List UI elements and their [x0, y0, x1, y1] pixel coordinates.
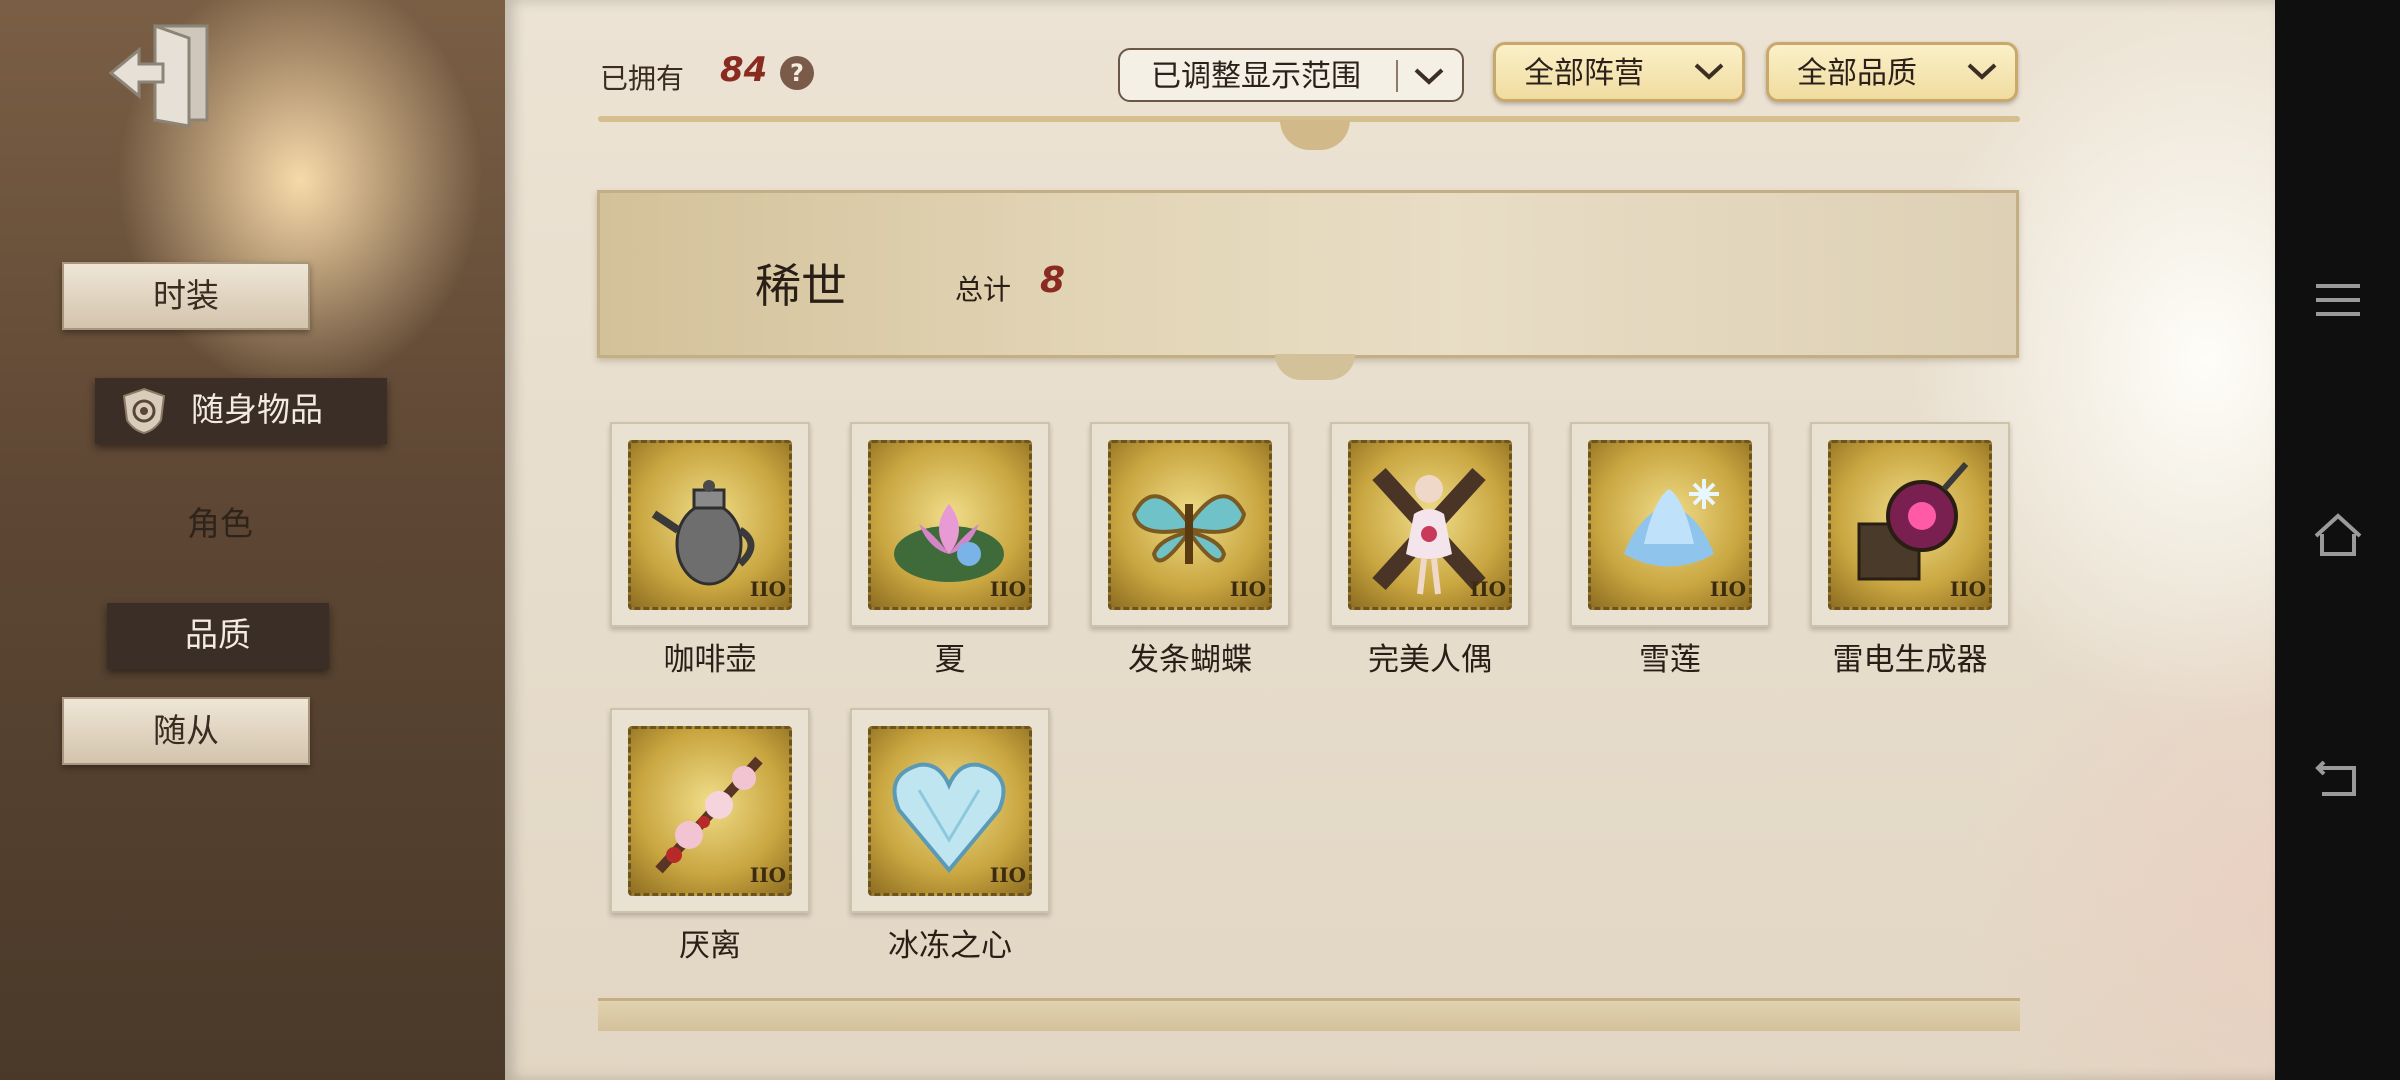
item-card[interactable]: IIO 厌离: [610, 708, 810, 978]
item-stamp-frame: IIO: [610, 708, 810, 913]
dropdown-label: 已调整显示范围: [1151, 59, 1361, 94]
stamp-tag: IIO: [989, 863, 1026, 887]
sidebar: 时装 随身物品 角色 品质 随从: [0, 0, 505, 1080]
sidebar-item-character[interactable]: 角色: [100, 492, 340, 556]
sidebar-item-companion[interactable]: 随从: [62, 697, 310, 765]
item-stamp-frame: IIO: [1090, 422, 1290, 627]
stamp-tag: IIO: [1469, 577, 1506, 601]
chevron-down-icon: [1414, 68, 1444, 85]
sidebar-item-label: 角色: [187, 505, 253, 542]
stamp-tag: IIO: [989, 577, 1026, 601]
sidebar-item-quality[interactable]: 品质: [107, 603, 329, 669]
dropdown-label: 全部阵营: [1524, 56, 1644, 91]
sidebar-item-accessories[interactable]: 随身物品: [95, 378, 387, 444]
quality-dropdown[interactable]: 全部品质: [1766, 42, 2018, 102]
item-card[interactable]: IIO 雪莲: [1570, 422, 1770, 692]
item-stamp-frame: IIO: [1330, 422, 1530, 627]
item-card[interactable]: IIO 完美人偶: [1330, 422, 1530, 692]
stamp-tag: IIO: [749, 577, 786, 601]
item-stamp-frame: IIO: [850, 708, 1050, 913]
shield-icon: [122, 387, 166, 435]
divider: [160, 585, 310, 587]
item-card[interactable]: IIO 发条蝴蝶: [1090, 422, 1290, 692]
item-name: 雪莲: [1639, 642, 1701, 678]
rarity-title: 稀世: [755, 259, 847, 313]
stamp-tag: IIO: [1229, 577, 1266, 601]
display-range-dropdown[interactable]: 已调整显示范围: [1118, 48, 1464, 102]
faction-dropdown[interactable]: 全部阵营: [1493, 42, 1745, 102]
chevron-down-icon: [1967, 63, 1997, 80]
sidebar-item-label: 随身物品: [191, 391, 323, 428]
item-name: 冰冻之心: [888, 928, 1012, 964]
owned-label: 已拥有: [600, 62, 685, 95]
item-stamp-frame: IIO: [610, 422, 810, 627]
exit-icon[interactable]: [105, 18, 215, 128]
next-group-banner: [598, 998, 2020, 1031]
dropdown-separator: [1396, 60, 1398, 92]
item-card[interactable]: IIO 夏: [850, 422, 1050, 692]
item-stamp-frame: IIO: [1570, 422, 1770, 627]
total-label: 总计: [955, 273, 1012, 306]
item-card[interactable]: IIO 雷电生成器: [1810, 422, 2010, 692]
owned-count: 84: [720, 50, 768, 90]
stamp-tag: IIO: [1949, 577, 1986, 601]
menu-icon[interactable]: [2310, 272, 2366, 328]
item-name: 雷电生成器: [1832, 642, 1988, 678]
item-name: 夏: [934, 642, 966, 678]
item-name: 完美人偶: [1368, 642, 1492, 678]
item-stamp-frame: IIO: [850, 422, 1050, 627]
sidebar-item-label: 随从: [153, 712, 219, 749]
stamp-tag: IIO: [1709, 577, 1746, 601]
item-card[interactable]: IIO 冰冻之心: [850, 708, 1050, 978]
home-icon[interactable]: [2310, 508, 2366, 564]
help-icon[interactable]: ?: [780, 56, 814, 90]
sidebar-item-label: 时装: [153, 277, 219, 314]
back-icon[interactable]: [2310, 750, 2366, 806]
item-name: 咖啡壶: [663, 642, 757, 678]
item-name: 厌离: [679, 928, 741, 964]
sidebar-item-label: 品质: [185, 616, 251, 653]
item-name: 发条蝴蝶: [1128, 642, 1252, 678]
item-card[interactable]: IIO 咖啡壶: [610, 422, 810, 692]
sidebar-item-fashion[interactable]: 时装: [62, 262, 310, 330]
stamp-tag: IIO: [749, 863, 786, 887]
dropdown-label: 全部品质: [1797, 56, 1917, 91]
chevron-down-icon: [1694, 63, 1724, 80]
item-stamp-frame: IIO: [1810, 422, 2010, 627]
total-value: 8: [1040, 260, 1066, 301]
